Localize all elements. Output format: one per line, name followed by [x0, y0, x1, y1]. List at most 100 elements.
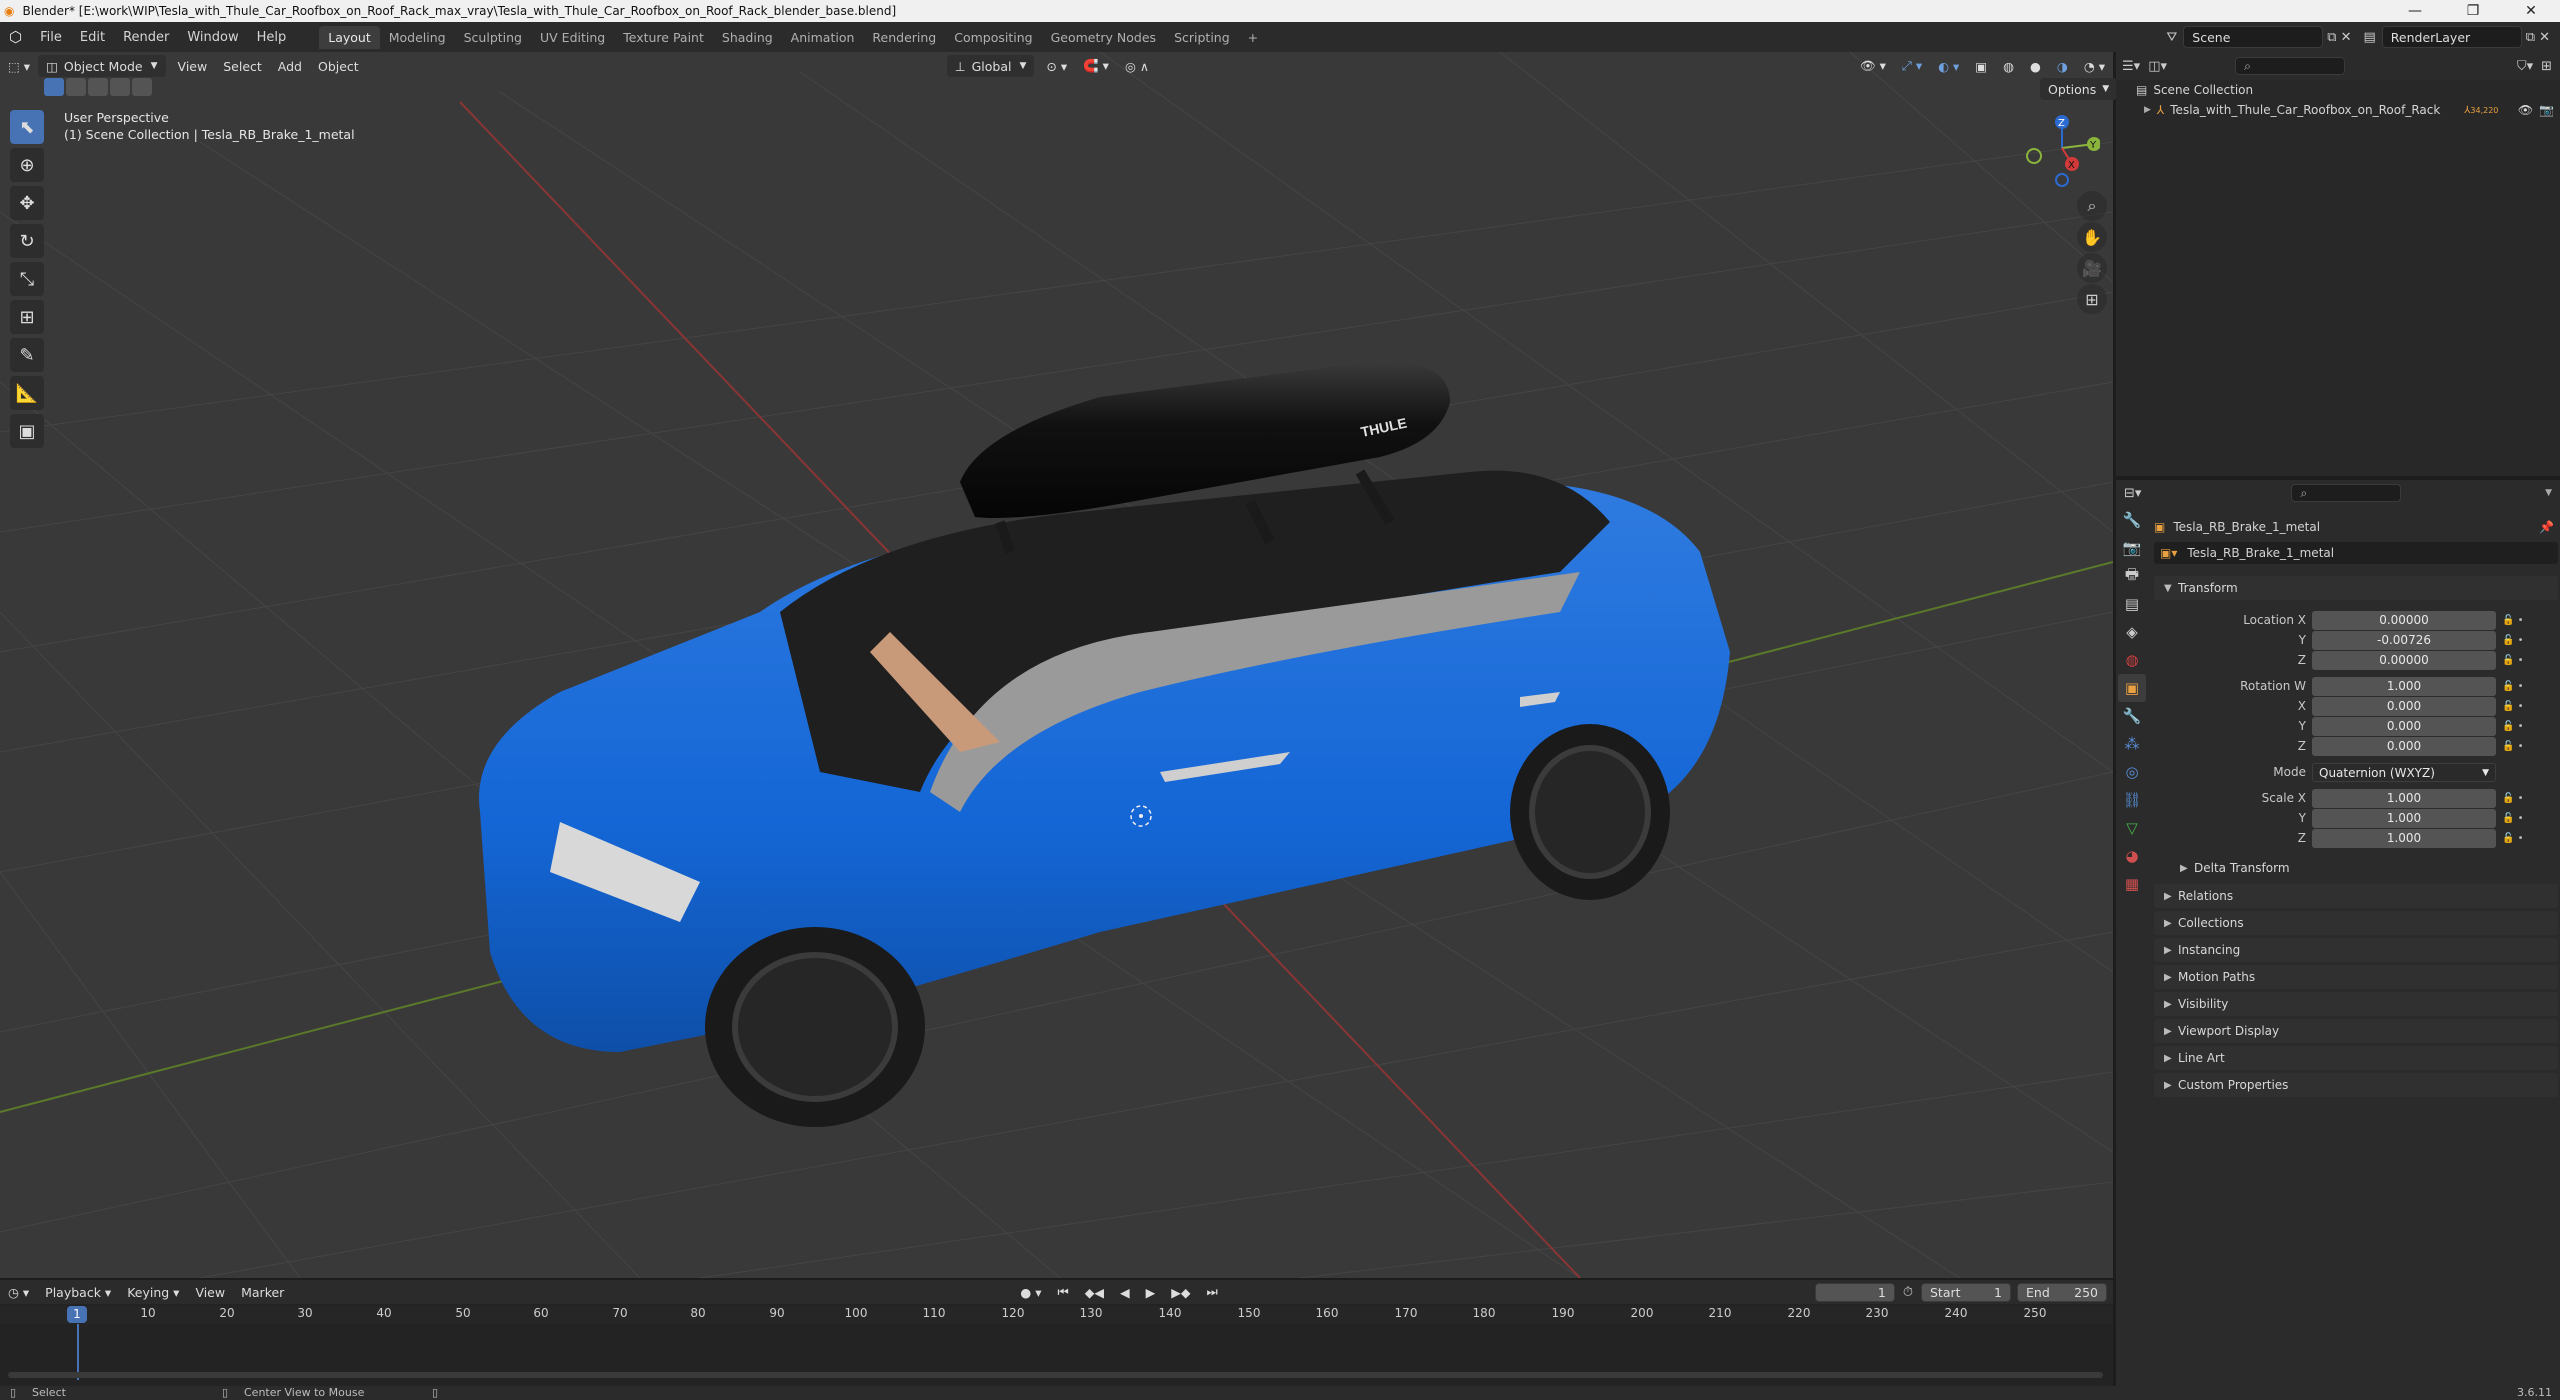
- tab-texture-paint[interactable]: Texture Paint: [614, 26, 713, 49]
- menu-window[interactable]: Window: [178, 30, 247, 45]
- delete-view-layer-icon[interactable]: ✕: [2539, 30, 2550, 45]
- lock-icon[interactable]: 🔓 •: [2496, 793, 2526, 804]
- lock-icon[interactable]: 🔓 •: [2496, 701, 2526, 712]
- section-motion-paths[interactable]: ▶ Motion Paths: [2154, 965, 2558, 989]
- new-scene-icon[interactable]: ⧉: [2327, 30, 2336, 45]
- scene-type-icon[interactable]: ⛛: [2166, 30, 2177, 45]
- select-menu[interactable]: Select: [215, 59, 270, 74]
- lock-icon[interactable]: 🔓 •: [2496, 681, 2526, 692]
- location-y-field[interactable]: -0.00726: [2312, 630, 2496, 650]
- outliner-editor-icon[interactable]: ☰▾: [2122, 59, 2140, 74]
- lock-icon[interactable]: 🔓 •: [2496, 655, 2526, 666]
- playback-menu[interactable]: Playback ▾: [37, 1285, 119, 1300]
- new-view-layer-icon[interactable]: ⧉: [2526, 30, 2535, 45]
- tab-modeling[interactable]: Modeling: [380, 26, 455, 49]
- lock-icon[interactable]: 🔓 •: [2496, 615, 2526, 626]
- restore-button[interactable]: ❐: [2444, 3, 2502, 19]
- overlay-toggle-icon[interactable]: ◐ ▾: [1930, 59, 1967, 74]
- output-tab-icon[interactable]: 🖶: [2118, 562, 2146, 590]
- cursor-tool[interactable]: ⊕: [10, 148, 44, 182]
- shading-rendered-icon[interactable]: ◔ ▾: [2076, 59, 2113, 74]
- lock-icon[interactable]: 🔓 •: [2496, 721, 2526, 732]
- tab-shading[interactable]: Shading: [713, 26, 782, 49]
- visibility-icon[interactable]: 👁 ▾: [1852, 58, 1894, 74]
- lock-icon[interactable]: 🔓 •: [2496, 813, 2526, 824]
- pin-icon[interactable]: 📌: [2539, 520, 2554, 534]
- stopwatch-icon[interactable]: ⏱: [1903, 1285, 1913, 1300]
- zoom-icon[interactable]: ⌕: [2077, 191, 2107, 221]
- tool-tab-icon[interactable]: 🔧: [2118, 506, 2146, 534]
- gizmo-toggle-icon[interactable]: ⤢ ▾: [1894, 58, 1930, 74]
- tab-scripting[interactable]: Scripting: [1165, 26, 1239, 49]
- add-cube-tool[interactable]: ▣: [10, 414, 44, 448]
- section-instancing[interactable]: ▶ Instancing: [2154, 938, 2558, 962]
- rotation-y-field[interactable]: 0.000: [2312, 716, 2496, 736]
- scale-y-field[interactable]: 1.000: [2312, 808, 2496, 828]
- scale-z-field[interactable]: 1.000: [2312, 828, 2496, 848]
- section-relations[interactable]: ▶ Relations: [2154, 884, 2558, 908]
- next-keyframe-icon[interactable]: ▶◆: [1163, 1285, 1198, 1300]
- move-tool[interactable]: ✥: [10, 186, 44, 220]
- view-menu[interactable]: View: [170, 59, 216, 74]
- pivot-icon[interactable]: ⊙ ▾: [1038, 59, 1075, 74]
- measure-tool[interactable]: 📐: [10, 376, 44, 410]
- render-tab-icon[interactable]: 📷: [2118, 534, 2146, 562]
- select-invert-icon[interactable]: [110, 78, 130, 96]
- tesla-car-model[interactable]: [479, 470, 1730, 1127]
- expand-chevron-icon[interactable]: ▶: [2144, 105, 2151, 115]
- display-mode-icon[interactable]: ◫▾: [2148, 59, 2167, 74]
- tab-animation[interactable]: Animation: [782, 26, 864, 49]
- object-menu[interactable]: Object: [310, 59, 367, 74]
- section-custom-properties[interactable]: ▶ Custom Properties: [2154, 1073, 2558, 1097]
- marker-menu[interactable]: Marker: [233, 1285, 292, 1300]
- timeline-editor-icon[interactable]: ◷ ▾: [0, 1285, 37, 1300]
- rotation-x-field[interactable]: 0.000: [2312, 696, 2496, 716]
- lock-icon[interactable]: 🔓 •: [2496, 741, 2526, 752]
- rotation-w-field[interactable]: 1.000: [2312, 676, 2496, 696]
- snap-icon[interactable]: 🧲 ▾: [1075, 58, 1117, 74]
- tab-rendering[interactable]: Rendering: [863, 26, 945, 49]
- delta-transform-header[interactable]: ▶ Delta Transform: [2170, 856, 2558, 880]
- view-layer-icon[interactable]: ▤: [2364, 30, 2376, 45]
- rotation-mode-dropdown[interactable]: Quaternion (WXYZ) ▼: [2312, 762, 2496, 782]
- section-viewport-display[interactable]: ▶ Viewport Display: [2154, 1019, 2558, 1043]
- select-new-icon[interactable]: [44, 78, 64, 96]
- select-subtract-icon[interactable]: [88, 78, 108, 96]
- current-frame-field[interactable]: 1: [1814, 1282, 1895, 1302]
- properties-search-input[interactable]: ⌕: [2291, 484, 2402, 502]
- mode-dropdown[interactable]: ◫ Object Mode ▼: [38, 55, 166, 77]
- location-z-field[interactable]: 0.00000: [2312, 650, 2496, 670]
- keying-menu[interactable]: Keying ▾: [119, 1285, 187, 1300]
- pan-hand-icon[interactable]: ✋: [2077, 222, 2107, 252]
- xray-icon[interactable]: ▣: [1967, 59, 1995, 74]
- prev-keyframe-icon[interactable]: ◆◀: [1077, 1285, 1112, 1300]
- proportional-edit-icon[interactable]: ◎ ∧: [1117, 59, 1157, 74]
- object-datablock-field[interactable]: ▣▾ Tesla_RB_Brake_1_metal: [2154, 542, 2558, 564]
- select-box-tool[interactable]: ⬉: [10, 110, 44, 144]
- close-button[interactable]: ✕: [2502, 3, 2560, 19]
- new-collection-icon[interactable]: ⊞: [2541, 59, 2560, 74]
- select-intersect-icon[interactable]: [132, 78, 152, 96]
- play-reverse-icon[interactable]: ◀: [1112, 1285, 1138, 1300]
- properties-editor-icon[interactable]: ⊟▾: [2124, 486, 2141, 501]
- jump-start-icon[interactable]: ⏮: [1049, 1284, 1076, 1300]
- section-collections[interactable]: ▶ Collections: [2154, 911, 2558, 935]
- object-name-field[interactable]: Tesla_RB_Brake_1_metal: [2173, 520, 2320, 534]
- options-dropdown[interactable]: Options ▼: [2040, 78, 2118, 100]
- tab-layout[interactable]: Layout: [319, 25, 380, 49]
- playhead-marker[interactable]: 1: [67, 1306, 87, 1323]
- location-x-field[interactable]: 0.00000: [2312, 610, 2496, 630]
- annotate-tool[interactable]: ✎: [10, 338, 44, 372]
- add-menu[interactable]: Add: [270, 59, 310, 74]
- editor-type-icon[interactable]: ⬚ ▾: [0, 59, 38, 74]
- outliner-item-tesla[interactable]: ▶ ⅄ Tesla_with_Thule_Car_Roofbox_on_Roof…: [2144, 100, 2554, 120]
- outliner-root[interactable]: ▤ Scene Collection: [2136, 80, 2253, 100]
- scene-selector[interactable]: Scene: [2183, 26, 2324, 48]
- camera-icon[interactable]: 📷: [2539, 103, 2554, 117]
- end-frame-field[interactable]: End 250: [2017, 1282, 2107, 1302]
- panel-options-icon[interactable]: ▼: [2545, 488, 2560, 498]
- rotate-tool[interactable]: ↻: [10, 224, 44, 258]
- orientation-dropdown[interactable]: ⊥ Global ▼: [946, 55, 1035, 77]
- lock-icon[interactable]: 🔓 •: [2496, 635, 2526, 646]
- texture-tab-icon[interactable]: ▦: [2118, 870, 2146, 898]
